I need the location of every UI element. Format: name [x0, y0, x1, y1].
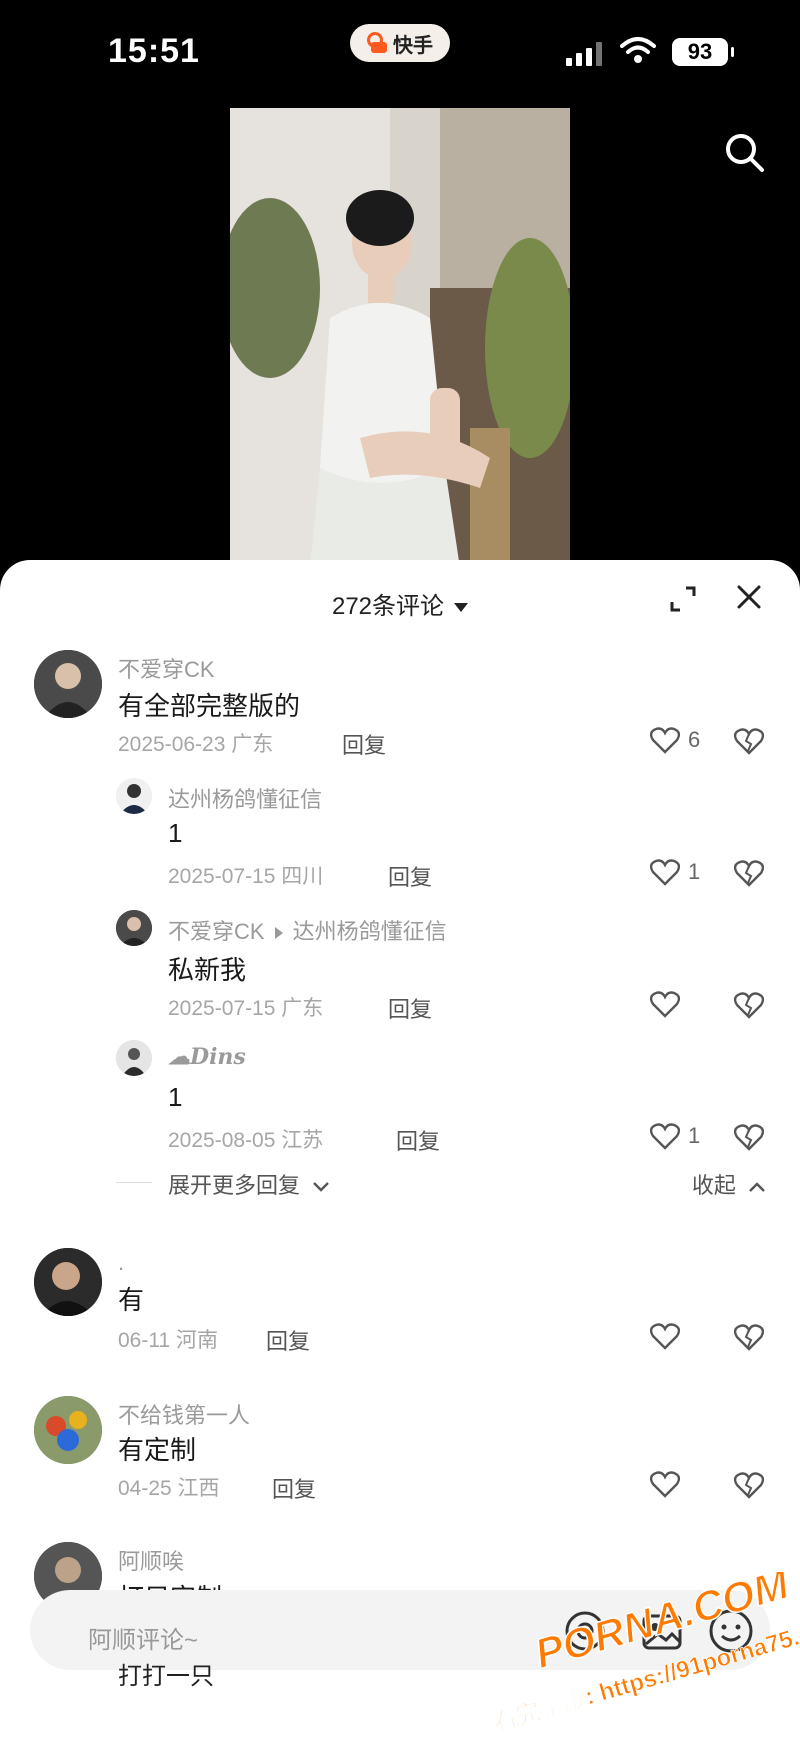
expand-more-replies-label: 展开更多回复: [168, 1173, 301, 1198]
status-bar: 15:51 快手 93: [0, 0, 800, 100]
avatar-image: [34, 1248, 102, 1316]
reply-username: 不爱穿CK 达州杨鸽懂征信: [168, 914, 447, 946]
comment-username[interactable]: .: [118, 1250, 124, 1276]
reply-button[interactable]: 回复: [396, 1124, 440, 1156]
heart-icon: [650, 1471, 680, 1498]
avatar[interactable]: [34, 1396, 102, 1464]
divider: [116, 1182, 152, 1183]
comment-username[interactable]: 不给钱第一人: [118, 1398, 250, 1430]
reply-username[interactable]: 达州杨鸽懂征信: [168, 782, 322, 814]
wifi-icon: [620, 37, 656, 63]
avatar-image: [116, 1040, 152, 1076]
caret-down-icon: [454, 603, 469, 613]
like-count: 1: [688, 1123, 701, 1148]
avatar[interactable]: [116, 778, 152, 814]
reply-meta: 2025-07-15 四川: [168, 865, 324, 888]
comment-text: 有: [118, 1285, 145, 1315]
heart-icon: [650, 859, 680, 886]
expand-more-replies-button[interactable]: 展开更多回复: [168, 1168, 330, 1200]
comment-input-placeholder[interactable]: 阿顺评论~: [88, 1620, 198, 1655]
like-button[interactable]: 1: [650, 858, 700, 886]
cloud-icon: ☁: [168, 1044, 190, 1070]
comment-meta: 06-11 河南: [118, 1329, 218, 1352]
like-button[interactable]: [650, 1322, 688, 1350]
reply-meta: 2025-07-15 广东: [168, 997, 324, 1020]
app-indicator-label: 快手: [393, 34, 433, 57]
reply-username: ☁Dins: [168, 1044, 246, 1070]
heart-icon: [650, 727, 680, 754]
reply-button[interactable]: 回复: [342, 728, 386, 760]
like-button[interactable]: 6: [650, 726, 700, 754]
video-player[interactable]: [230, 108, 570, 568]
comment-username[interactable]: 不爱穿CK: [118, 652, 215, 684]
avatar-image: [34, 650, 102, 718]
broken-heart-icon[interactable]: [734, 1322, 764, 1352]
reply-text: 1: [168, 818, 183, 848]
reply-text: 1: [168, 1082, 183, 1112]
broken-heart-icon[interactable]: [734, 990, 764, 1020]
chevron-up-icon: [749, 1182, 765, 1192]
reply-button[interactable]: 回复: [388, 860, 432, 892]
comment-text: 有全部完整版的: [118, 691, 301, 721]
comment-sheet: 272条评论 不爱穿CK 有全部完整版的 2025-06-23 广东 回复 6 …: [0, 560, 800, 1738]
reply-text: 私新我: [168, 955, 247, 985]
avatar-image: [34, 1396, 102, 1464]
search-icon[interactable]: [722, 130, 766, 174]
comment-text: 有定制: [118, 1435, 197, 1465]
heart-icon: [650, 991, 680, 1018]
broken-heart-icon[interactable]: [734, 1122, 764, 1152]
kuaishou-logo-icon: [367, 32, 389, 54]
comment-sheet-header: 272条评论: [0, 560, 800, 638]
watermark-logo: PORNA.COM 看完整版: https://91porna75.com: [489, 1572, 800, 1738]
battery-indicator: 93: [672, 38, 734, 66]
avatar[interactable]: [116, 910, 152, 946]
more-replies-row: 展开更多回复 收起: [116, 1168, 766, 1198]
reply-target[interactable]: 达州杨鸽懂征信: [293, 919, 447, 944]
broken-heart-icon[interactable]: [734, 858, 764, 888]
reply-button[interactable]: 回复: [272, 1472, 316, 1504]
avatar[interactable]: [34, 650, 102, 718]
like-button[interactable]: 1: [650, 1122, 700, 1150]
reply-meta: 2025-08-05 江苏: [168, 1129, 324, 1152]
like-count: 6: [688, 727, 701, 752]
video-frame: [230, 108, 570, 568]
avatar-image: [116, 910, 152, 946]
comment-meta: 04-25 江西: [118, 1477, 220, 1500]
cellular-signal-icon: [566, 42, 602, 66]
like-button[interactable]: [650, 1470, 688, 1498]
collapse-replies-label: 收起: [691, 1173, 736, 1198]
close-icon[interactable]: [734, 582, 764, 612]
heart-icon: [650, 1323, 680, 1350]
reply-author[interactable]: Dins: [190, 1044, 246, 1070]
status-time: 15:51: [108, 32, 200, 70]
reply-button[interactable]: 回复: [266, 1324, 310, 1356]
reply-author[interactable]: 不爱穿CK: [168, 919, 265, 944]
avatar[interactable]: [116, 1040, 152, 1076]
like-count: 1: [688, 859, 701, 884]
app-indicator-pill[interactable]: 快手: [350, 24, 450, 62]
reply-arrow-icon: [274, 927, 283, 940]
reply-button[interactable]: 回复: [388, 992, 432, 1024]
heart-icon: [650, 1123, 680, 1150]
comment-username[interactable]: 阿顺唉: [118, 1544, 184, 1576]
comment-count-label: 272条评论: [331, 593, 445, 620]
broken-heart-icon[interactable]: [734, 1470, 764, 1500]
expand-icon[interactable]: [668, 584, 698, 614]
collapse-replies-button[interactable]: 收起: [692, 1168, 766, 1200]
like-button[interactable]: [650, 990, 688, 1018]
comment-meta: 2025-06-23 广东: [118, 733, 274, 756]
comment-input-text: 打打一只: [118, 1663, 214, 1690]
avatar-image: [116, 778, 152, 814]
chevron-down-icon: [313, 1182, 329, 1192]
broken-heart-icon[interactable]: [734, 726, 764, 756]
avatar[interactable]: [34, 1248, 102, 1316]
